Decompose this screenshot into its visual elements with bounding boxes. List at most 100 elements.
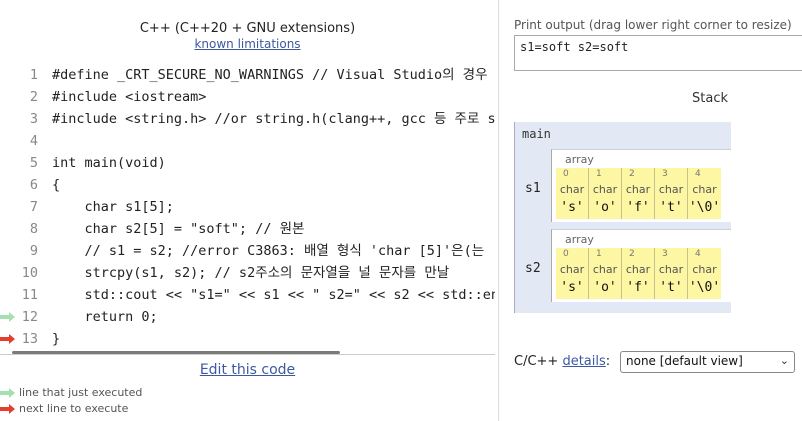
legend-just-executed-label: line that just executed <box>19 386 143 399</box>
line-number: 7 <box>29 199 38 215</box>
known-limitations-link[interactable]: known limitations <box>0 37 495 51</box>
view-mode-select[interactable]: none [default view] ⌄ <box>620 351 795 373</box>
array-object: array 0 char 's' 1 char 'o' 2 char 'f' 3 char 't' 4 ch… <box>551 149 731 222</box>
code-text: strcpy(s1, s2); // s2주소의 문자열을 널 문자를 만날 <box>52 265 450 281</box>
cell-index: 1 <box>596 169 602 179</box>
code-text: { <box>52 177 61 193</box>
cell-type: char <box>559 183 585 196</box>
cell-value: 'f' <box>626 280 650 295</box>
cell-value: 'o' <box>593 200 617 215</box>
cell-value: 's' <box>560 280 584 295</box>
variable-name: s1 <box>525 181 541 196</box>
code-text: char s1[5]; <box>52 199 174 215</box>
array-cell: 4 char '\0' <box>688 168 721 219</box>
array-cell: 0 char 's' <box>556 168 589 219</box>
line-number: 6 <box>29 177 38 193</box>
cell-index: 2 <box>629 249 635 259</box>
cell-value: 'f' <box>626 200 650 215</box>
array-cell: 2 char 'f' <box>622 248 655 299</box>
code-line: 2 #include <iostream> <box>0 86 495 108</box>
code-text: #include <string.h> //or string.h(clang+… <box>52 111 495 127</box>
array-cell: 2 char 'f' <box>622 168 655 219</box>
cell-type: char <box>625 183 651 196</box>
cell-type: char <box>592 183 618 196</box>
cell-index: 0 <box>563 249 569 259</box>
code-line: 8 char s2[5] = "soft"; // 원본 <box>0 218 495 240</box>
cell-type: char <box>692 263 717 276</box>
cell-index: 3 <box>662 249 668 259</box>
chevron-down-icon: ⌄ <box>779 354 789 367</box>
stack-header: Stack <box>692 91 728 106</box>
cell-index: 2 <box>629 169 635 179</box>
code-text: std::cout << "s1=" << s1 << " s2=" << s2… <box>52 287 496 303</box>
cell-type: char <box>592 263 618 276</box>
cell-value: 'o' <box>593 280 617 295</box>
variable-name: s2 <box>525 261 541 276</box>
code-line: 7 char s1[5]; <box>0 196 495 218</box>
cell-type: char <box>559 263 585 276</box>
code-text: // s1 = s2; //error C3863: 배열 형식 'char [… <box>52 243 485 259</box>
line-number: 2 <box>29 89 38 105</box>
code-line: 1 #define _CRT_SECURE_NO_WARNINGS // Visu… <box>0 64 495 86</box>
code-view: 1 #define _CRT_SECURE_NO_WARNINGS // Visu… <box>0 64 495 352</box>
cell-value: 't' <box>659 200 683 215</box>
line-number: 10 <box>21 265 38 281</box>
legend-next-label: next line to execute <box>19 402 129 415</box>
details-prefix: C/C++ <box>514 354 563 369</box>
line-number: 13 <box>21 331 38 347</box>
panel-divider <box>498 0 499 421</box>
green-arrow-icon <box>0 388 16 398</box>
code-text: int main(void) <box>52 155 166 171</box>
code-panel: C++ (C++20 + GNU extensions) known limit… <box>0 0 498 421</box>
array-cells: 0 char 's' 1 char 'o' 2 char 'f' 3 char 't' 4 char '\0… <box>556 248 721 299</box>
edit-code-link[interactable]: Edit this code <box>0 362 495 378</box>
cell-index: 1 <box>596 249 602 259</box>
cell-type: char <box>692 183 717 196</box>
array-cell: 1 char 'o' <box>589 168 622 219</box>
array-cell: 0 char 's' <box>556 248 589 299</box>
array-cell: 3 char 't' <box>655 248 688 299</box>
code-line: 10 strcpy(s1, s2); // s2주소의 문자열을 널 문자를 만… <box>0 262 495 284</box>
code-text: #define _CRT_SECURE_NO_WARNINGS // Visua… <box>52 67 488 83</box>
red-arrow-icon <box>0 404 16 414</box>
line-number: 4 <box>29 133 38 149</box>
cell-value: '\0' <box>688 280 721 295</box>
cell-index: 0 <box>563 169 569 179</box>
line-number: 5 <box>29 155 38 171</box>
code-text: return 0; <box>52 309 158 325</box>
code-line: 13} <box>0 328 495 350</box>
details-suffix: : <box>605 354 611 369</box>
line-number: 11 <box>21 287 38 303</box>
language-title: C++ (C++20 + GNU extensions) <box>139 21 356 36</box>
array-cell: 1 char 'o' <box>589 248 622 299</box>
cell-type: char <box>625 263 651 276</box>
array-cells: 0 char 's' 1 char 'o' 2 char 'f' 3 char 't' 4 char '\0… <box>556 168 721 219</box>
code-text: char s2[5] = "soft"; // 원본 <box>52 221 305 237</box>
stack-frame-main: main s1 array 0 char 's' 1 char 'o' 2 char 'f' 3 cha… <box>514 122 731 313</box>
cell-value: 's' <box>560 200 584 215</box>
array-kind-label: array <box>565 233 594 246</box>
code-line: 9 // s1 = s2; //error C3863: 배열 형식 'char… <box>0 240 495 262</box>
line-number: 1 <box>29 67 38 83</box>
cell-type: char <box>658 183 684 196</box>
code-line: 5 int main(void) <box>0 152 495 174</box>
print-output-box[interactable]: s1=soft s2=soft <box>514 35 802 71</box>
view-mode-selected: none [default view] <box>626 354 743 368</box>
code-line: 3 #include <string.h> //or string.h(clang… <box>0 108 495 130</box>
cell-type: char <box>658 263 684 276</box>
details-link[interactable]: details <box>562 354 605 369</box>
line-number: 3 <box>29 111 38 127</box>
array-cell: 3 char 't' <box>655 168 688 219</box>
divider <box>0 354 495 355</box>
cell-value: '\0' <box>688 200 721 215</box>
cell-index: 4 <box>695 169 701 179</box>
code-line: 12 return 0; <box>0 306 495 328</box>
print-output-label: Print output (drag lower right corner to… <box>514 18 792 32</box>
line-number: 9 <box>29 243 38 259</box>
cell-index: 4 <box>695 249 701 259</box>
code-line: 6{ <box>0 174 495 196</box>
array-cell: 4 char '\0' <box>688 248 721 299</box>
cell-index: 3 <box>662 169 668 179</box>
frame-name: main <box>522 127 551 141</box>
code-text: } <box>52 331 61 347</box>
